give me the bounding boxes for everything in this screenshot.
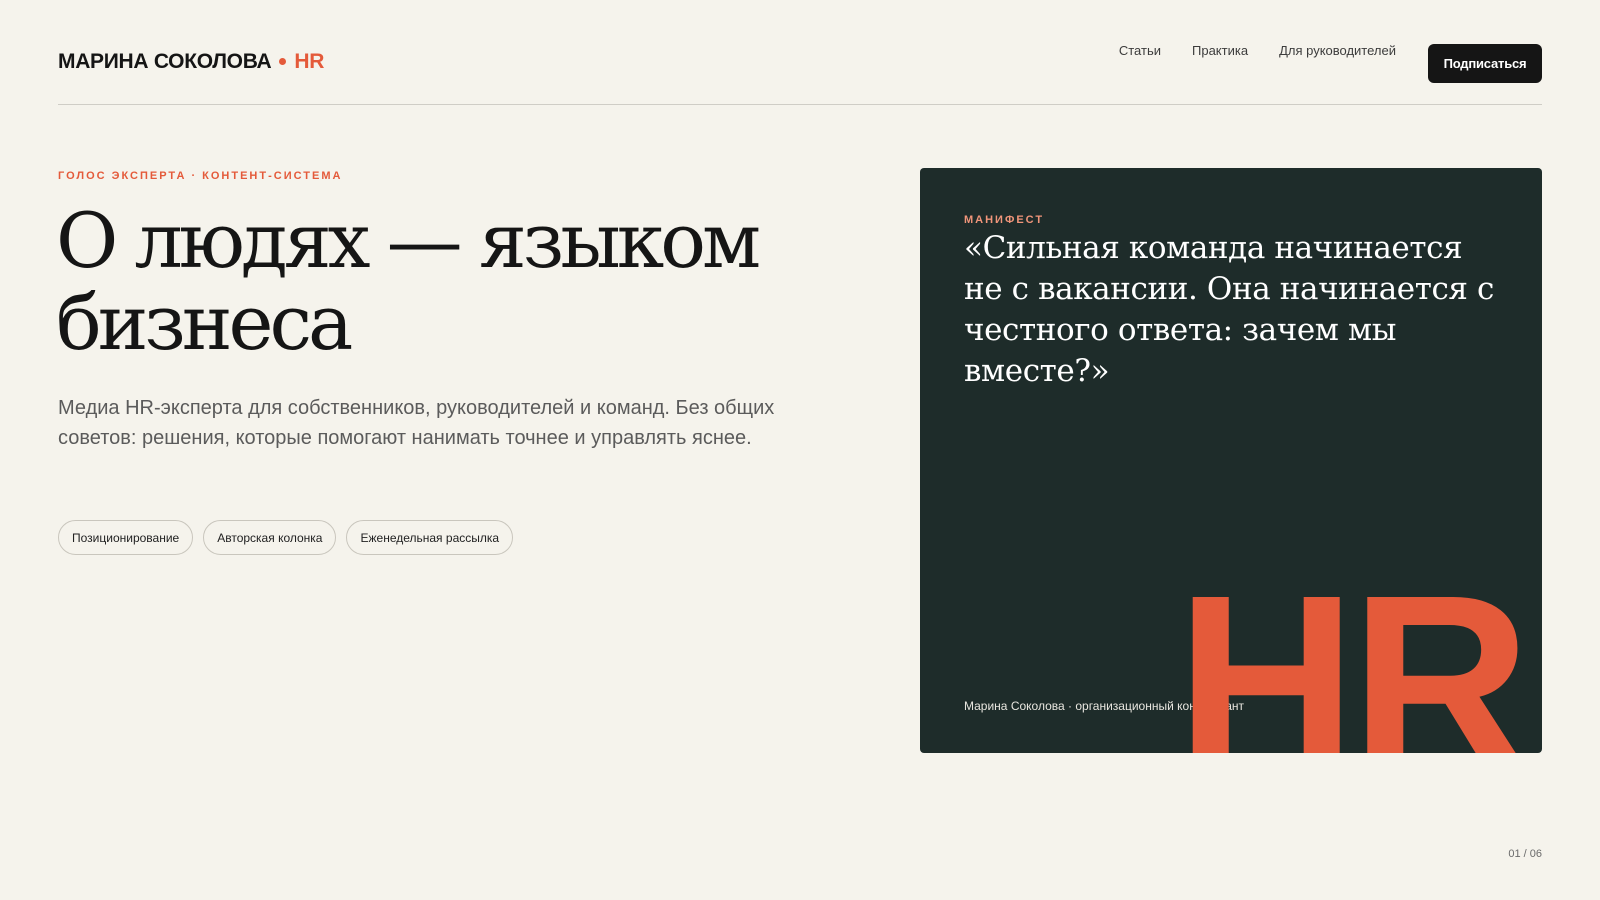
- manifest-hr-lettering: HR: [1176, 543, 1531, 754]
- hero-lead: Медиа HR-эксперта для собственников, рук…: [58, 397, 775, 449]
- nav-item-for-managers[interactable]: Для руководителей: [1279, 43, 1396, 58]
- tag-weekly-newsletter[interactable]: Еженедельная рассылка: [346, 520, 514, 555]
- logo-dot-icon: [279, 57, 287, 65]
- topic-tags: Позиционирование Авторская колонка Ежене…: [58, 520, 514, 555]
- hero-eyebrow: ГОЛОС ЭКСПЕРТА · КОНТЕНТ-СИСТЕМА: [58, 170, 343, 182]
- logo-accent: HR: [294, 50, 325, 73]
- site-logo[interactable]: МАРИНА СОКОЛОВА HR: [58, 50, 324, 74]
- manifest-card: МАНИФЕСТ «Сильная команда начинается не …: [920, 168, 1542, 753]
- tag-positioning[interactable]: Позиционирование: [58, 520, 194, 555]
- page-counter: 01 / 06: [1508, 848, 1542, 860]
- hero-title: О людях — языком бизнеса: [56, 196, 761, 367]
- nav-item-practice[interactable]: Практика: [1192, 43, 1248, 58]
- manifest-quote: «Сильная команда начинается не с ваканси…: [964, 230, 1495, 389]
- main-nav: Статьи Практика Для руководителей: [1119, 43, 1396, 58]
- subscribe-button[interactable]: Подписаться: [1428, 44, 1542, 83]
- manifest-eyebrow: МАНИФЕСТ: [964, 214, 1045, 226]
- logo-name: МАРИНА СОКОЛОВА: [58, 50, 272, 73]
- page: МАРИНА СОКОЛОВА HR Статьи Практика Для р…: [0, 0, 1600, 900]
- nav-item-articles[interactable]: Статьи: [1119, 43, 1161, 58]
- site-header: МАРИНА СОКОЛОВА HR Статьи Практика Для р…: [58, 0, 1542, 105]
- tag-author-column[interactable]: Авторская колонка: [203, 520, 337, 555]
